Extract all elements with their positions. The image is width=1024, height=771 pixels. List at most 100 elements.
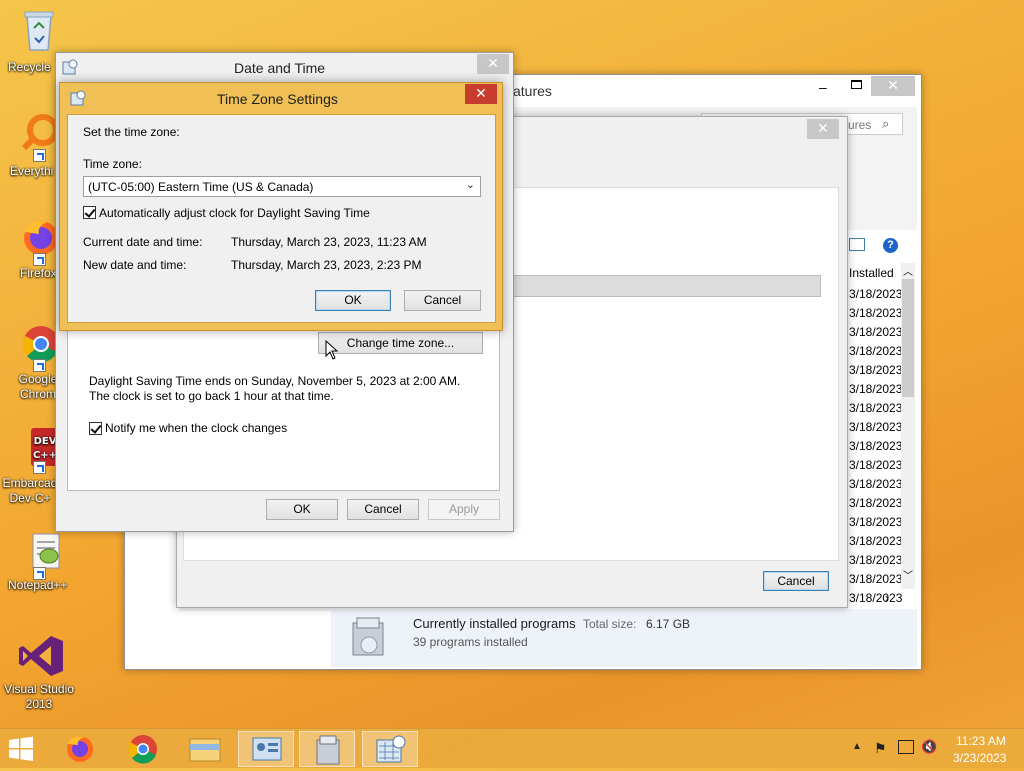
- svg-text:DEV: DEV: [34, 436, 57, 447]
- date-time-icon: [376, 735, 406, 763]
- time-zone-app-icon: [70, 90, 86, 106]
- desktop-icon-label: Notepad++: [8, 578, 68, 592]
- recycle-bin-icon: [17, 6, 61, 51]
- installed-date-cell[interactable]: 3/18/2023: [849, 344, 902, 363]
- mouse-cursor-icon: [325, 340, 339, 360]
- visual-studio-icon: [17, 632, 63, 676]
- clock-time[interactable]: 11:23 AM: [956, 734, 1006, 748]
- desktop-icon-notepadpp[interactable]: Notepad++: [0, 530, 78, 592]
- close-button[interactable]: ✕: [871, 76, 915, 96]
- help-icon[interactable]: ?: [883, 238, 898, 253]
- minimize-icon[interactable]: –: [819, 79, 827, 95]
- scroll-down-icon[interactable]: ﹀: [903, 567, 913, 582]
- network-icon[interactable]: [898, 740, 914, 754]
- notify-label[interactable]: Notify me when the clock changes: [105, 421, 287, 435]
- cancel-button[interactable]: Cancel: [404, 290, 481, 311]
- vertical-scrollbar[interactable]: ︿ ﹀: [901, 263, 915, 589]
- volume-muted-icon[interactable]: 🔇: [921, 739, 937, 755]
- intro-text: Set the time zone:: [83, 125, 180, 139]
- installed-date-cell[interactable]: 3/18/2023: [849, 553, 902, 572]
- notepadpp-icon: [17, 530, 61, 580]
- control-panel-icon: [252, 737, 282, 761]
- time-zone-dialog: Time Zone Settings ✕ Set the time zone: …: [59, 82, 503, 331]
- installed-date-cell[interactable]: 3/18/2023: [849, 496, 902, 515]
- windows-logo-icon: [9, 736, 33, 761]
- search-placeholder: ures: [848, 118, 872, 132]
- chevron-down-icon: ⌄: [465, 179, 475, 191]
- layout-toggle-icon[interactable]: [849, 238, 865, 251]
- time-zone-label: Time zone:: [83, 157, 142, 171]
- taskbar-programs-features[interactable]: [299, 731, 355, 767]
- scroll-thumb[interactable]: [902, 279, 914, 397]
- installed-date-cell[interactable]: 3/18/2023: [849, 325, 902, 344]
- installed-date-cell[interactable]: 3/18/2023: [849, 287, 902, 306]
- installed-date-cell[interactable]: 3/18/2023: [849, 572, 902, 591]
- auto-dst-label[interactable]: Automatically adjust clock for Daylight …: [99, 206, 370, 220]
- ok-button[interactable]: OK: [315, 290, 391, 311]
- dialog-title: Time Zone Settings: [217, 91, 338, 107]
- cancel-button[interactable]: Cancel: [763, 571, 829, 591]
- installed-date-cell[interactable]: 3/18/2023: [849, 420, 902, 439]
- taskbar-chrome[interactable]: [115, 731, 171, 767]
- installed-date-cell[interactable]: 3/18/2023: [849, 382, 902, 401]
- action-center-flag-icon[interactable]: ⚑: [874, 740, 887, 757]
- new-datetime-value: Thursday, March 23, 2023, 2:23 PM: [231, 258, 422, 272]
- column-header[interactable]: Installed: [849, 266, 894, 280]
- change-time-zone-button[interactable]: Change time zone...: [318, 332, 483, 354]
- desktop-icon-visual-studio[interactable]: Visual Studio 2013: [0, 632, 78, 711]
- date-time-app-icon: [62, 59, 78, 75]
- taskbar-date-time[interactable]: [362, 731, 418, 767]
- time-zone-select[interactable]: (UTC-05:00) Eastern Time (US & Canada) ⌄: [83, 176, 481, 197]
- shortcut-arrow-icon: [33, 149, 46, 162]
- desktop-icon-label: Firefox: [20, 266, 57, 280]
- close-button[interactable]: ✕: [807, 119, 839, 139]
- shortcut-arrow-icon: [33, 253, 46, 266]
- desktop-icon-label: Everythi: [10, 164, 54, 178]
- dst-info-text: Daylight Saving Time ends on Sunday, Nov…: [89, 374, 461, 403]
- svg-text:C++: C++: [33, 450, 57, 461]
- ok-button[interactable]: OK: [266, 499, 338, 520]
- close-button[interactable]: ✕: [465, 84, 497, 104]
- programs-box-icon: [349, 615, 389, 659]
- new-datetime-label: New date and time:: [83, 258, 187, 272]
- installed-date-cell[interactable]: 3/18/2023: [849, 591, 902, 610]
- taskbar-file-explorer[interactable]: [177, 731, 233, 767]
- maximize-icon[interactable]: [851, 80, 862, 89]
- installed-date-cell[interactable]: 3/18/2023: [849, 534, 902, 553]
- auto-dst-checkbox[interactable]: [83, 206, 96, 219]
- progress-bar: [507, 275, 821, 297]
- tz-body: Set the time zone: Time zone: (UTC-05:00…: [67, 114, 496, 323]
- programs-box-icon: [316, 735, 340, 765]
- clock-date[interactable]: 3/23/2023: [953, 751, 1006, 765]
- installed-date-cell[interactable]: 3/18/2023: [849, 515, 902, 534]
- show-hidden-icons-icon[interactable]: ▲: [852, 741, 862, 752]
- installed-date-cell[interactable]: 3/18/2023: [849, 363, 902, 382]
- taskbar: ▲ ⚑ 🔇 11:23 AM 3/23/2023: [0, 728, 1024, 768]
- programs-count: 39 programs installed: [413, 635, 528, 649]
- total-size-label: Total size:: [583, 617, 637, 631]
- installed-date-cell[interactable]: 3/18/2023: [849, 477, 902, 496]
- firefox-icon: [67, 736, 93, 762]
- installed-date-cell[interactable]: 3/18/2023: [849, 458, 902, 477]
- apply-button[interactable]: Apply: [428, 499, 500, 520]
- start-button[interactable]: [6, 735, 40, 763]
- scroll-up-icon[interactable]: ︿: [903, 263, 913, 278]
- time-zone-selected-value: (UTC-05:00) Eastern Time (US & Canada): [88, 180, 314, 194]
- taskbar-control-panel[interactable]: [238, 731, 294, 767]
- desktop-icon-label: Embarcad Dev-C+: [2, 476, 58, 505]
- chrome-icon: [128, 735, 157, 764]
- installed-date-cell[interactable]: 3/18/2023: [849, 439, 902, 458]
- scroll-right-icon[interactable]: ›: [885, 591, 889, 605]
- installed-date-cell[interactable]: 3/18/2023: [849, 306, 902, 325]
- installed-date-cell[interactable]: 3/18/2023: [849, 401, 902, 420]
- desktop-icon-recycle-bin[interactable]: Recycle: [0, 6, 78, 74]
- date-list: 3/18/2023 3/18/2023 3/18/2023 3/18/2023 3/18…: [849, 287, 902, 610]
- folder-icon: [189, 738, 221, 762]
- status-bar: Currently installed programs Total size:…: [331, 609, 917, 667]
- close-button[interactable]: ✕: [477, 54, 509, 74]
- shortcut-arrow-icon: [33, 359, 46, 372]
- notify-checkbox[interactable]: [89, 422, 102, 435]
- cancel-button[interactable]: Cancel: [347, 499, 419, 520]
- taskbar-firefox[interactable]: [52, 731, 108, 767]
- status-title: Currently installed programs: [413, 616, 576, 631]
